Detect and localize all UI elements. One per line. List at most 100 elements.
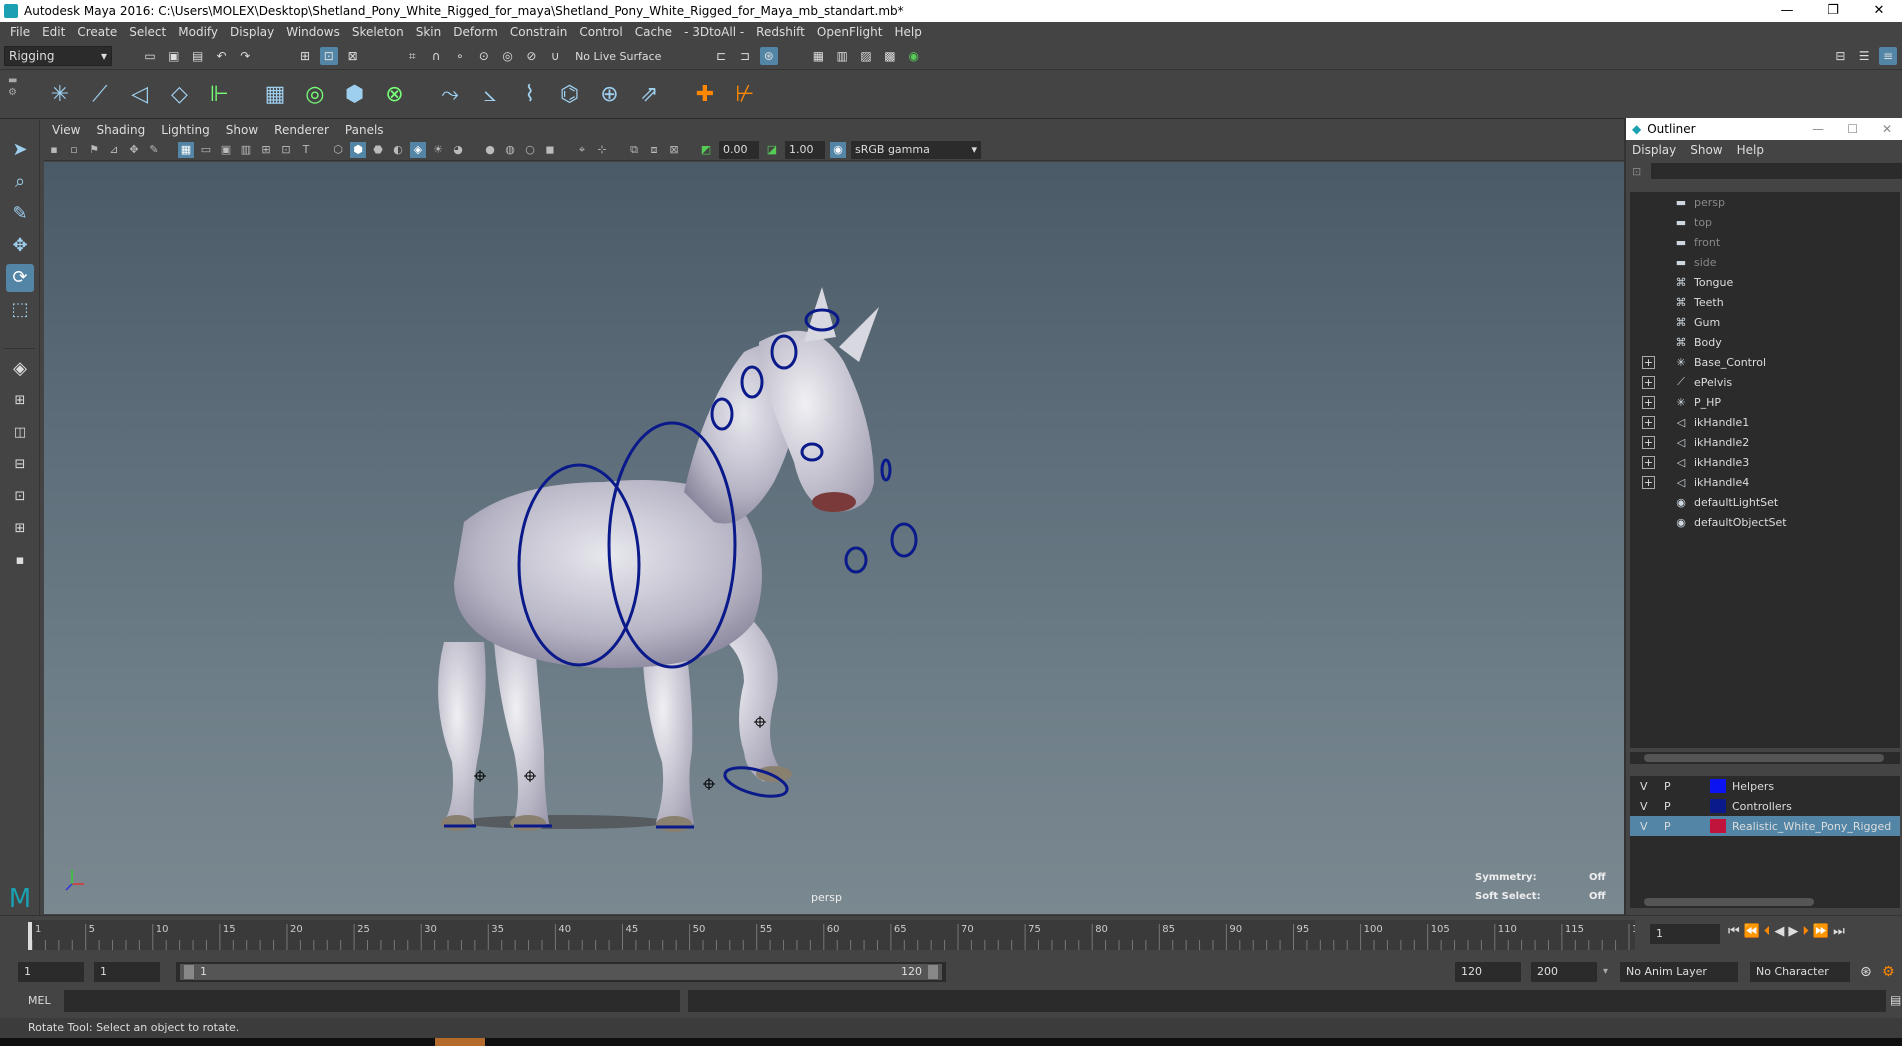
image-plane-icon[interactable]: ⊿ bbox=[106, 142, 122, 158]
play-backwards-icon[interactable]: ◀ bbox=[1774, 924, 1788, 939]
field-chart-icon[interactable]: ⊞ bbox=[258, 142, 274, 158]
isolate-select-icon[interactable]: ◼ bbox=[542, 142, 558, 158]
menu-item[interactable]: Skeleton bbox=[352, 25, 404, 39]
menu-item[interactable]: OpenFlight bbox=[817, 25, 883, 39]
snap-grid-icon[interactable]: ⌗ bbox=[403, 47, 421, 65]
layer-playback-toggle[interactable]: P bbox=[1664, 820, 1671, 833]
ik-tool-icon[interactable]: ◇ bbox=[163, 77, 195, 113]
menu-item[interactable]: Edit bbox=[42, 25, 65, 39]
outliner-item[interactable]: + ◁ ikHandle4 bbox=[1630, 472, 1900, 492]
snap-toggle-icon[interactable]: ∪ bbox=[546, 47, 564, 65]
blend-shape-icon[interactable]: ⊗ bbox=[378, 77, 410, 113]
snap-point-icon[interactable]: ∘ bbox=[451, 47, 469, 65]
snap-curve-icon[interactable]: ∩ bbox=[427, 47, 445, 65]
smooth-shade-icon[interactable]: ⬢ bbox=[350, 141, 366, 158]
motion-blur-icon[interactable]: ● bbox=[482, 142, 498, 158]
layer-color-swatch[interactable] bbox=[1710, 799, 1726, 813]
display-layer-row[interactable]: V P Controllers bbox=[1630, 796, 1900, 816]
expand-icon[interactable]: + bbox=[1642, 455, 1655, 469]
backface-icon[interactable]: ⊠ bbox=[666, 142, 682, 158]
layer-playback-toggle[interactable]: P bbox=[1664, 780, 1671, 793]
outliner-item[interactable]: ▬ persp bbox=[1630, 192, 1900, 212]
outliner-layout-icon[interactable]: ⊞ bbox=[6, 515, 34, 543]
outliner-item[interactable]: ⌘ Tongue bbox=[1630, 272, 1900, 292]
use-all-lights-icon[interactable]: ◈ bbox=[410, 141, 426, 158]
four-view-layout-icon[interactable]: ⊞ bbox=[6, 387, 34, 415]
exposure-icon[interactable]: ◩ bbox=[698, 142, 714, 158]
safe-title-icon[interactable]: T bbox=[298, 142, 314, 158]
gamma-icon[interactable]: ◪ bbox=[764, 142, 780, 158]
panel-menu-item[interactable]: Lighting bbox=[161, 123, 210, 137]
playback-start-field[interactable]: 1 bbox=[94, 962, 160, 982]
grid-icon[interactable]: ▦ bbox=[178, 141, 194, 158]
outliner-item[interactable]: ▬ side bbox=[1630, 252, 1900, 272]
point-constraint-icon[interactable]: ✚ bbox=[689, 77, 721, 113]
menu-item[interactable]: Create bbox=[77, 25, 117, 39]
animation-start-field[interactable]: 1 bbox=[18, 962, 84, 982]
expand-icon[interactable]: + bbox=[1642, 435, 1655, 449]
render-view-icon[interactable]: ▩ bbox=[881, 47, 899, 65]
xray-joints-icon[interactable]: ⊹ bbox=[594, 142, 610, 158]
timeline-ruler[interactable]: 1 5 10 15 20 25 30 35 40 45 50 55 60 65 70 75 80 85 90 95 10… bbox=[30, 920, 1651, 950]
textured-icon[interactable]: ◐ bbox=[390, 142, 406, 158]
script-editor-icon[interactable]: ▤ bbox=[1890, 993, 1901, 1007]
open-scene-icon[interactable]: ▣ bbox=[165, 47, 183, 65]
range-slider-bar[interactable]: 1 120 bbox=[176, 962, 946, 982]
anim-layer-dropdown[interactable]: No Anim Layer ▾ bbox=[1620, 962, 1756, 982]
lasso-tool-icon[interactable]: ⌕ bbox=[6, 168, 34, 196]
multisample-aa-icon[interactable]: ◍ bbox=[502, 142, 518, 158]
display-layer-row[interactable]: V P Helpers bbox=[1630, 776, 1900, 796]
menu-item[interactable]: Select bbox=[129, 25, 166, 39]
close-button[interactable]: ✕ bbox=[1856, 0, 1902, 22]
shadows-icon[interactable]: ☀ bbox=[430, 142, 446, 158]
panel-menu-item[interactable]: Shading bbox=[96, 123, 145, 137]
ipr-render-icon[interactable]: ▨ bbox=[857, 47, 875, 65]
menu-item[interactable]: Modify bbox=[178, 25, 218, 39]
film-gate-icon[interactable]: ▭ bbox=[198, 142, 214, 158]
rotate-tool-icon[interactable]: ⟳ bbox=[6, 264, 34, 292]
gate-mask-icon[interactable]: ▥ bbox=[238, 142, 254, 158]
channel-box-icon[interactable]: ≡ bbox=[1879, 47, 1897, 65]
current-frame-field[interactable]: 1 bbox=[1650, 924, 1720, 944]
outliner-menu-item[interactable]: Display bbox=[1632, 143, 1676, 157]
grease-pencil-icon[interactable]: ✎ bbox=[146, 142, 162, 158]
minimize-button[interactable]: — bbox=[1812, 122, 1824, 136]
new-scene-icon[interactable]: ▭ bbox=[141, 47, 159, 65]
menu-item[interactable]: Cache bbox=[635, 25, 672, 39]
filter-icon[interactable]: ⊡ bbox=[1632, 165, 1641, 178]
outliner-menu-item[interactable]: Show bbox=[1690, 143, 1722, 157]
panel-menu-item[interactable]: Show bbox=[226, 123, 258, 137]
display-layer-row[interactable]: V P Realistic_White_Pony_Rigged bbox=[1630, 816, 1900, 836]
live-surface-label[interactable]: No Live Surface bbox=[575, 50, 661, 63]
snap-surface-icon[interactable]: ◎ bbox=[499, 47, 517, 65]
outliner-item[interactable]: ◉ defaultObjectSet bbox=[1630, 512, 1900, 532]
outliner-item[interactable]: + ✳ Base_Control bbox=[1630, 352, 1900, 372]
frame-selected-icon[interactable]: ⧈ bbox=[646, 142, 662, 158]
expand-icon[interactable]: + bbox=[1642, 355, 1655, 369]
undo-icon[interactable]: ↶ bbox=[212, 47, 230, 65]
auto-key-icon[interactable]: ⊛ bbox=[1860, 964, 1872, 980]
menu-item[interactable]: Control bbox=[579, 25, 622, 39]
construction-history-icon[interactable]: ⊛ bbox=[759, 47, 778, 65]
lattice-icon[interactable]: ▦ bbox=[259, 77, 291, 113]
menu-item[interactable]: Deform bbox=[453, 25, 498, 39]
outliner-item[interactable]: + ✳ P_HP bbox=[1630, 392, 1900, 412]
expand-icon[interactable]: + bbox=[1642, 395, 1655, 409]
menu-item[interactable]: File bbox=[10, 25, 30, 39]
outliner-item[interactable]: ⌘ Teeth bbox=[1630, 292, 1900, 312]
snap-live-icon[interactable]: ⊘ bbox=[522, 47, 540, 65]
depth-of-field-icon[interactable]: ○ bbox=[522, 142, 538, 158]
redo-icon[interactable]: ↷ bbox=[236, 47, 254, 65]
bookmark-icon[interactable]: ⚑ bbox=[86, 142, 102, 158]
modeling-toolkit-icon[interactable]: ⊟ bbox=[1831, 47, 1849, 65]
shelf-options-icon[interactable]: ▬ ⚙ bbox=[8, 75, 28, 115]
panel-menu-item[interactable]: Panels bbox=[345, 123, 384, 137]
paint-select-tool-icon[interactable]: ✎ bbox=[6, 200, 34, 228]
attribute-editor-icon[interactable]: ☰ bbox=[1855, 47, 1873, 65]
step-forward-key-icon[interactable]: ⏩ bbox=[1813, 924, 1833, 939]
expand-icon[interactable]: + bbox=[1642, 375, 1655, 389]
bind-skin-icon[interactable]: ⤳ bbox=[434, 77, 466, 113]
parent-constraint-icon[interactable]: ⊕ bbox=[593, 77, 625, 113]
wrap-deformer-icon[interactable]: ⬢ bbox=[339, 77, 371, 113]
layer-visibility-toggle[interactable]: V bbox=[1640, 820, 1648, 833]
